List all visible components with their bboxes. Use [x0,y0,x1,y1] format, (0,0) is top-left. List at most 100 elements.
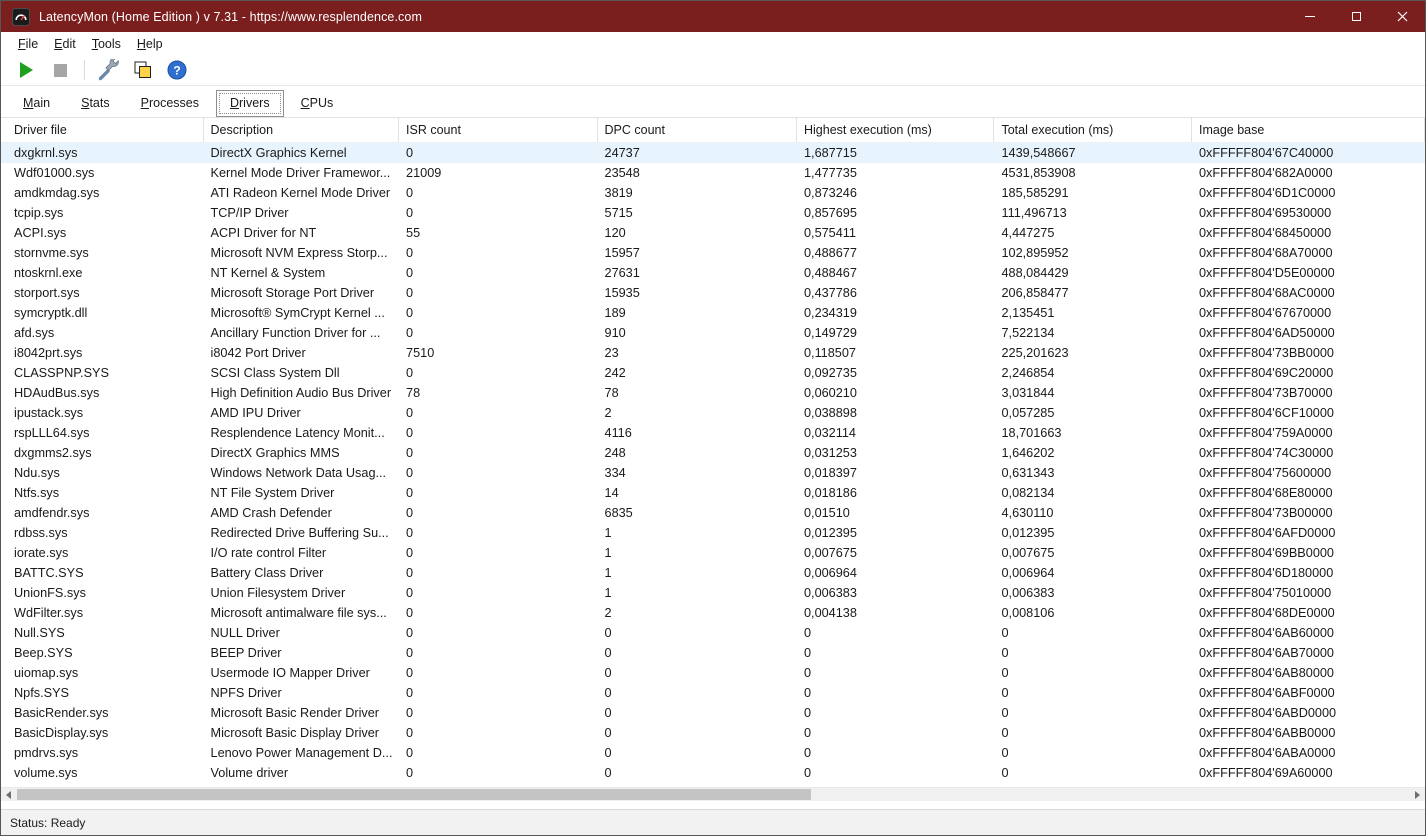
table-row[interactable]: dxgkrnl.sys DirectX Graphics Kernel 0 24737… [1,143,1425,163]
table-row[interactable]: amdkmdag.sys ATI Radeon Kernel Mode Drive… [1,183,1425,203]
scroll-right-button[interactable] [1410,788,1425,801]
latencymon-window: LatencyMon (Home Edition ) v 7.31 - http… [0,0,1426,836]
table-row[interactable]: Ndu.sys Windows Network Data Usag... 0 334 0… [1,463,1425,483]
copy-button[interactable] [129,57,156,83]
table-row[interactable]: amdfendr.sys AMD Crash Defender 0 6835 0,015… [1,503,1425,523]
table-row[interactable]: iorate.sys I/O rate control Filter 0 1 0,007… [1,543,1425,563]
table-row[interactable]: UnionFS.sys Union Filesystem Driver 0 1 0,00… [1,583,1425,603]
table-cell: 0,149729 [803,326,857,340]
table-cell: 0,008106 [1001,606,1055,620]
table-cell: 120 [604,226,626,240]
column-header[interactable]: Total execution (ms) [994,118,1192,142]
table-cell: 0 [803,666,812,680]
table-row[interactable]: ntoskrnl.exe NT Kernel & System 0 27631 0,48… [1,263,1425,283]
table-row[interactable]: BasicRender.sys Microsoft Basic Render Dr… [1,703,1425,723]
table-row[interactable]: tcpip.sys TCP/IP Driver 0 5715 0,857695 111,4… [1,203,1425,223]
table-row[interactable]: symcryptk.dll Microsoft® SymCrypt Kernel … [1,303,1425,323]
table-cell: 24737 [604,146,640,160]
table-row[interactable]: pmdrvs.sys Lenovo Power Management D... 0 0… [1,743,1425,763]
table-cell: i8042prt.sys [14,346,83,360]
table-row[interactable]: afd.sys Ancillary Function Driver for ...… [1,323,1425,343]
help-button[interactable]: ? [163,57,190,83]
close-button[interactable] [1379,1,1425,32]
table-row[interactable]: Wdf01000.sys Kernel Mode Driver Framewor.… [1,163,1425,183]
table-cell: 0 [803,646,812,660]
table-cell: 0 [406,246,414,260]
tab-bar: Main Stats Processes Drivers CPUs [1,86,1425,117]
table-row[interactable]: Beep.SYS BEEP Driver 0 0 0 0 0xFFFFF804'6AB700… [1,643,1425,663]
menu-help[interactable]: Help [129,34,171,54]
table-row[interactable]: Null.SYS NULL Driver 0 0 0 0 0xFFFFF804'6AB600… [1,623,1425,643]
titlebar[interactable]: LatencyMon (Home Edition ) v 7.31 - http… [1,1,1425,32]
table-cell: 0 [803,686,812,700]
statusbar-gap [1,801,1425,809]
table-cell: Redirected Drive Buffering Su... [210,526,389,540]
table-cell: 0 [406,326,414,340]
horizontal-scrollbar[interactable] [1,787,1425,801]
column-header[interactable]: Image base [1192,118,1425,142]
start-monitor-button[interactable] [13,57,40,83]
table-cell: 1439,548667 [1001,146,1076,160]
table-row[interactable]: WdFilter.sys Microsoft antimalware file s… [1,603,1425,623]
column-header[interactable]: ISR count [399,118,598,142]
table-cell: stornvme.sys [14,246,89,260]
table-cell: 0xFFFFF804'73B00000 [1198,506,1333,520]
table-cell: 1,687715 [803,146,857,160]
table-row[interactable]: volume.sys Volume driver 0 0 0 0 0xFFFFF804'69… [1,763,1425,783]
maximize-button[interactable] [1333,1,1379,32]
table-cell: 0xFFFFF804'73BB0000 [1198,346,1334,360]
table-cell: 0 [406,646,414,660]
table-cell: Ntfs.sys [14,486,60,500]
table-cell: Microsoft® SymCrypt Kernel ... [210,306,385,320]
table-row[interactable]: rspLLL64.sys Resplendence Latency Monit..… [1,423,1425,443]
table-cell: 0 [406,266,414,280]
minimize-button[interactable] [1287,1,1333,32]
table-cell: Windows Network Data Usag... [210,466,387,480]
table-row[interactable]: stornvme.sys Microsoft NVM Express Storp.… [1,243,1425,263]
stop-monitor-button[interactable] [47,57,74,83]
table-row[interactable]: i8042prt.sys i8042 Port Driver 7510 23 0,118… [1,343,1425,363]
table-cell: 0 [406,606,414,620]
status-text: Status: Ready [10,815,86,830]
table-cell: 0 [1001,646,1009,660]
table-row[interactable]: ipustack.sys AMD IPU Driver 0 2 0,038898 0,05… [1,403,1425,423]
table-row[interactable]: HDAudBus.sys High Definition Audio Bus Dr… [1,383,1425,403]
options-button[interactable] [95,57,122,83]
table-cell: 4,447275 [1001,226,1055,240]
tab-main[interactable]: Main [9,90,64,117]
column-header[interactable]: DPC count [598,118,797,142]
table-row[interactable]: BasicDisplay.sys Microsoft Basic Display … [1,723,1425,743]
table-row[interactable]: dxgmms2.sys DirectX Graphics MMS 0 248 0,031… [1,443,1425,463]
menu-tools[interactable]: Tools [84,34,129,54]
table-row[interactable]: BATTC.SYS Battery Class Driver 0 1 0,006964 0… [1,563,1425,583]
scrollbar-thumb[interactable] [17,789,811,800]
table-cell: BasicRender.sys [14,706,109,720]
column-header[interactable]: Driver file [1,118,204,142]
table-row[interactable]: ACPI.sys ACPI Driver for NT 55 120 0,575411 4… [1,223,1425,243]
tab-stats[interactable]: Stats [67,90,124,117]
scroll-left-button[interactable] [1,788,16,801]
table-cell: 242 [604,366,626,380]
table-row[interactable]: storport.sys Microsoft Storage Port Drive… [1,283,1425,303]
table-cell: 78 [604,386,619,400]
table-cell: 0xFFFFF804'6AB80000 [1198,666,1334,680]
table-cell: Microsoft Storage Port Driver [210,286,375,300]
table-row[interactable]: CLASSPNP.SYS SCSI Class System Dll 0 242 0,0… [1,363,1425,383]
table-cell: 0xFFFFF804'73B70000 [1198,386,1333,400]
table-header: Driver file Description ISR count DPC count… [1,118,1425,143]
menu-file[interactable]: File [10,34,46,54]
table-row[interactable]: uiomap.sys Usermode IO Mapper Driver 0 0 0 0 0… [1,663,1425,683]
table-row[interactable]: Npfs.SYS NPFS Driver 0 0 0 0 0xFFFFF804'6ABF00… [1,683,1425,703]
tab-drivers[interactable]: Drivers [215,90,284,117]
tab-cpus[interactable]: CPUs [287,90,348,117]
tab-processes[interactable]: Processes [127,90,213,117]
table-cell: 0xFFFFF804'69C20000 [1198,366,1334,380]
column-header[interactable]: Description [204,118,400,142]
table-row[interactable]: rdbss.sys Redirected Drive Buffering Su..… [1,523,1425,543]
menu-edit[interactable]: Edit [46,34,84,54]
column-header[interactable]: Highest execution (ms) [797,118,995,142]
table-cell: 0xFFFFF804'6AD50000 [1198,326,1335,340]
table-row[interactable]: Ntfs.sys NT File System Driver 0 14 0,018186… [1,483,1425,503]
table-cell: High Definition Audio Bus Driver [210,386,392,400]
table-cell: 0xFFFFF804'6AB60000 [1198,626,1334,640]
